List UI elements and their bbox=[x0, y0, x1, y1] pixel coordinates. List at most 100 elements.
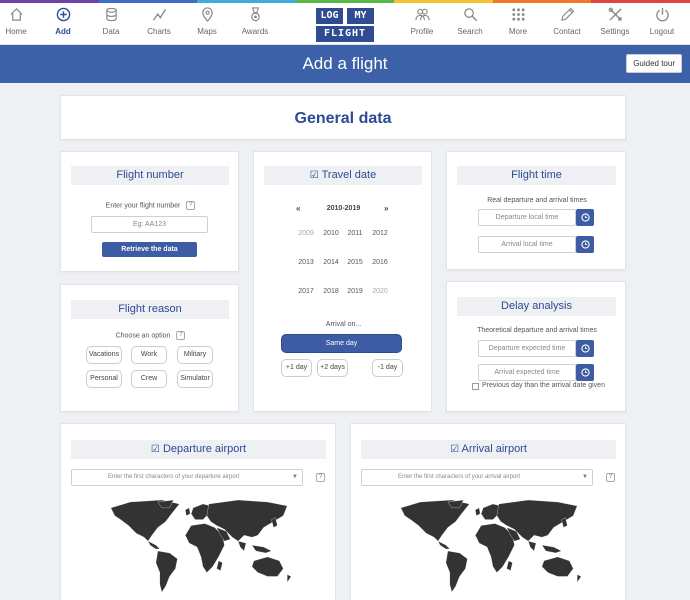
nav-logout-label: Logout bbox=[649, 27, 675, 36]
logo-log: LOG bbox=[316, 8, 343, 24]
previous-day-checkbox[interactable] bbox=[472, 383, 479, 390]
departure-airport-select[interactable]: Enter the first characters of your depar… bbox=[71, 469, 303, 486]
year-cell[interactable]: 2013 bbox=[294, 259, 318, 266]
nav-add[interactable]: Add bbox=[39, 7, 87, 36]
nav-home[interactable]: Home bbox=[0, 7, 40, 36]
reason-crew[interactable]: Crew bbox=[131, 370, 167, 388]
nav-charts-label: Charts bbox=[147, 27, 171, 36]
plus-circle-icon bbox=[56, 7, 70, 22]
reason-simulator[interactable]: Simulator bbox=[177, 370, 213, 388]
reason-work[interactable]: Work bbox=[131, 346, 167, 364]
reason-personal[interactable]: Personal bbox=[86, 370, 122, 388]
chart-icon bbox=[152, 8, 166, 21]
departure-airport-title: Departure airport bbox=[162, 443, 247, 455]
departure-airport-header: ☑ Departure airport bbox=[71, 440, 326, 459]
database-icon bbox=[105, 7, 117, 22]
previous-day-label: Previous day than the arrival date given bbox=[482, 382, 605, 389]
arrival-expected-time-input[interactable]: Arrival expected time bbox=[478, 364, 576, 381]
nav-more[interactable]: More bbox=[494, 7, 542, 36]
nav-search[interactable]: Search bbox=[446, 7, 494, 36]
travel-date-card: ☑ Travel date « 2010-2019 » 2009 2010 20… bbox=[253, 151, 432, 412]
year-cell[interactable]: 2020 bbox=[368, 288, 392, 295]
year-cell[interactable]: 2017 bbox=[294, 288, 318, 295]
nav-awards-label: Awards bbox=[241, 27, 269, 36]
delay-analysis-card: Delay analysis Theoretical departure and… bbox=[446, 281, 626, 412]
caret-down-icon: ▼ bbox=[582, 474, 588, 480]
year-cell[interactable]: 2009 bbox=[294, 230, 318, 237]
general-data-title: General data bbox=[294, 110, 392, 127]
travel-date-title: Travel date bbox=[321, 169, 377, 181]
top-navigation: Home Add Data Charts Maps Awards LOG MY … bbox=[0, 3, 690, 45]
arrival-airport-header: ☑ Arrival airport bbox=[361, 440, 616, 459]
users-icon bbox=[414, 8, 430, 21]
year-cell[interactable]: 2016 bbox=[368, 259, 392, 266]
year-cell[interactable]: 2019 bbox=[343, 288, 367, 295]
nav-profile-label: Profile bbox=[410, 27, 434, 36]
plus-one-day-button[interactable]: +1 day bbox=[281, 359, 312, 377]
clock-icon bbox=[580, 344, 590, 353]
nav-data[interactable]: Data bbox=[87, 7, 135, 36]
arrival-airport-card: ☑ Arrival airport Enter the first charac… bbox=[350, 423, 626, 600]
flight-number-prompt: Enter your flight number ? bbox=[61, 201, 240, 210]
flight-number-input[interactable]: Eg: AA123 bbox=[91, 216, 208, 233]
clock-icon bbox=[580, 213, 590, 222]
retrieve-data-button[interactable]: Retrieve the data bbox=[102, 242, 197, 257]
map-pin-icon bbox=[201, 7, 213, 22]
departure-local-time-input[interactable]: Departure local time bbox=[478, 209, 576, 226]
arrival-time-picker-button[interactable] bbox=[576, 236, 594, 253]
help-icon[interactable]: ? bbox=[176, 331, 186, 340]
year-cell[interactable]: 2012 bbox=[368, 230, 392, 237]
year-cell[interactable]: 2014 bbox=[319, 259, 343, 266]
minus-one-day-button[interactable]: -1 day bbox=[372, 359, 403, 377]
nav-profile[interactable]: Profile bbox=[398, 7, 446, 36]
tools-icon bbox=[608, 7, 622, 21]
arrival-world-map[interactable] bbox=[391, 491, 587, 600]
calendar-range: 2010-2019 bbox=[326, 205, 361, 212]
arrival-expected-picker-button[interactable] bbox=[576, 364, 594, 381]
flight-number-title: Flight number bbox=[71, 166, 229, 185]
year-cell[interactable]: 2015 bbox=[343, 259, 367, 266]
calendar-next-button[interactable]: » bbox=[384, 204, 388, 213]
arrival-local-time-input[interactable]: Arrival local time bbox=[478, 236, 576, 253]
help-icon[interactable]: ? bbox=[186, 201, 196, 210]
reason-vacations[interactable]: Vacations bbox=[86, 346, 122, 364]
nav-maps[interactable]: Maps bbox=[183, 7, 231, 36]
year-cell[interactable]: 2011 bbox=[343, 230, 367, 237]
flight-reason-prompt: Choose an option ? bbox=[61, 331, 240, 340]
general-data-card: General data bbox=[60, 95, 626, 140]
flight-time-label: Real departure and arrival times bbox=[487, 197, 587, 204]
checkbox-checked-icon: ☑ bbox=[450, 444, 460, 455]
year-cell[interactable]: 2018 bbox=[319, 288, 343, 295]
page-title-bar: Add a flight Guided tour bbox=[0, 45, 690, 83]
grid-icon bbox=[511, 8, 525, 21]
reason-military[interactable]: Military bbox=[177, 346, 213, 364]
nav-settings-label: Settings bbox=[600, 27, 630, 36]
arrival-airport-placeholder: Enter the first characters of your arriv… bbox=[398, 474, 521, 480]
arrival-airport-select[interactable]: Enter the first characters of your arriv… bbox=[361, 469, 593, 486]
guided-tour-button[interactable]: Guided tour bbox=[626, 54, 682, 73]
arrival-airport-title: Arrival airport bbox=[461, 443, 527, 455]
plus-two-days-button[interactable]: +2 days bbox=[317, 359, 348, 377]
checkbox-checked-icon: ☑ bbox=[309, 170, 319, 181]
nav-search-label: Search bbox=[457, 27, 483, 36]
nav-awards[interactable]: Awards bbox=[231, 7, 279, 36]
nav-logout[interactable]: Logout bbox=[638, 7, 686, 36]
departure-world-map[interactable] bbox=[101, 491, 297, 600]
departure-airport-placeholder: Enter the first characters of your depar… bbox=[108, 474, 240, 480]
departure-expected-time-input[interactable]: Departure expected time bbox=[478, 340, 576, 357]
help-icon[interactable]: ? bbox=[316, 473, 325, 482]
nav-settings[interactable]: Settings bbox=[591, 7, 639, 36]
nav-contact[interactable]: Contact bbox=[543, 7, 591, 36]
nav-more-label: More bbox=[508, 27, 528, 36]
delay-label: Theoretical departure and arrival times bbox=[477, 327, 597, 334]
same-day-button[interactable]: Same day bbox=[281, 334, 402, 353]
nav-charts[interactable]: Charts bbox=[135, 7, 183, 36]
year-cell[interactable]: 2010 bbox=[319, 230, 343, 237]
departure-expected-picker-button[interactable] bbox=[576, 340, 594, 357]
logmyflight-logo[interactable]: LOG MY FLIGHT bbox=[316, 8, 374, 42]
logo-my: MY bbox=[347, 8, 374, 24]
clock-icon bbox=[580, 368, 590, 377]
travel-date-header: ☑ Travel date bbox=[264, 166, 422, 185]
help-icon[interactable]: ? bbox=[606, 473, 615, 482]
departure-time-picker-button[interactable] bbox=[576, 209, 594, 226]
